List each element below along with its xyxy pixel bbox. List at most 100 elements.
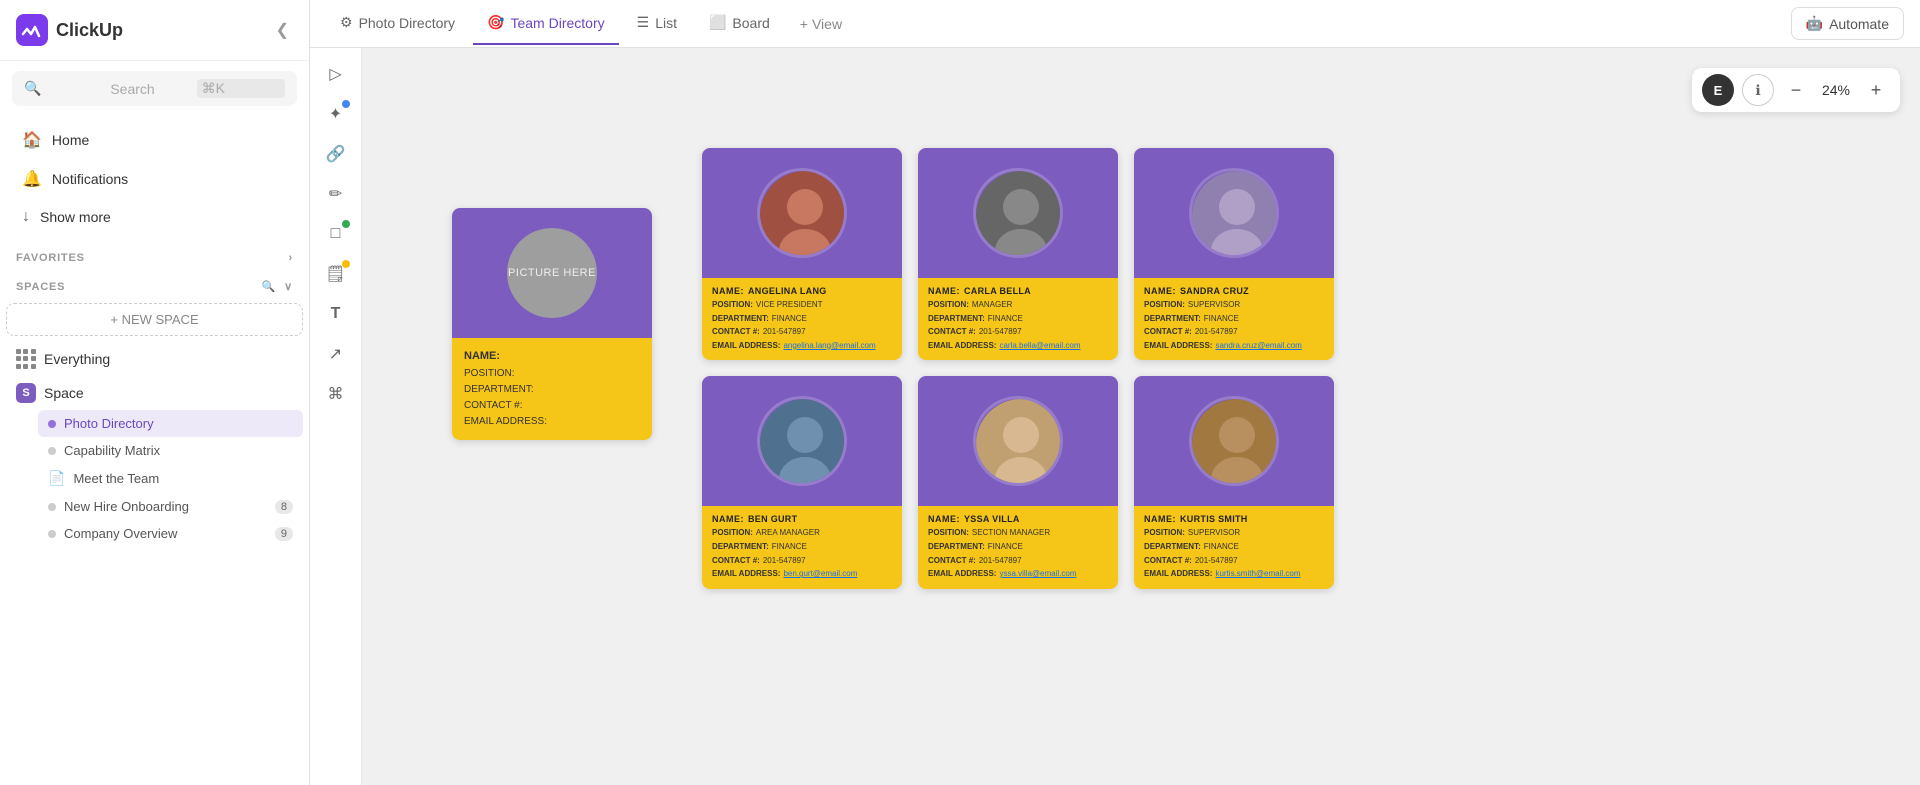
name-label: NAME: [928,514,960,524]
show-more-label: Show more [40,209,111,225]
logo[interactable]: ClickUp [16,14,123,46]
list-icon: ☰ [637,14,650,31]
zoom-out-button[interactable]: − [1782,76,1810,104]
zoom-in-button[interactable]: + [1862,76,1890,104]
person-name: ANGELINA LANG [748,286,827,296]
tab-photo-directory[interactable]: ⚙ Photo Directory [326,2,469,45]
search-spaces-icon[interactable]: 🔍 [262,280,277,293]
sidebar-item-space[interactable]: S Space [6,376,303,410]
person-email[interactable]: carla.bella@email.com [999,339,1080,353]
shape-tool[interactable]: □ [318,216,354,252]
network-icon: ⌘ [328,384,344,404]
space-icon: S [16,383,36,403]
add-view-button[interactable]: + View [788,8,854,40]
logo-text: ClickUp [56,20,123,41]
sidebar-item-company-overview[interactable]: Company Overview 9 [38,520,303,547]
person-photo [1189,396,1279,486]
spaces-section: + NEW SPACE Everything S Space Photo Dir… [0,297,309,547]
sidebar-item-everything[interactable]: Everything [6,342,303,376]
tab-board[interactable]: ⬜ Board [695,2,784,45]
sidebar-item-notifications[interactable]: 🔔 Notifications [6,160,303,198]
person-email[interactable]: kurtis.smith@email.com [1215,567,1300,581]
home-label: Home [52,132,89,148]
sidebar-item-show-more[interactable]: ↓ Show more [6,199,303,235]
search-bar[interactable]: 🔍 Search ⌘K [12,71,297,106]
arrow-tool[interactable]: ↗ [318,336,354,372]
email-label: EMAIL ADDRESS: [712,339,780,353]
position-label: POSITION: [928,526,969,540]
sidebar-item-photo-directory[interactable]: Photo Directory [38,410,303,437]
contact-label: CONTACT #: [1144,325,1192,339]
person-department: FINANCE [988,312,1023,326]
collapse-sidebar-button[interactable]: ❮ [272,16,293,44]
green-dot-indicator [342,220,350,228]
link-tool[interactable]: 🔗 [318,136,354,172]
person-card: NAME: BEN GURT POSITION:AREA MANAGER DEP… [702,376,902,588]
person-contact: 201-547897 [1195,325,1238,339]
person-photo [757,168,847,258]
sidebar-item-meet-the-team[interactable]: 📄 Meet the Team [38,464,303,493]
zoom-percent: 24% [1818,82,1854,98]
tab-team-directory[interactable]: 🎯 Team Directory [473,2,619,45]
person-photo-area [918,148,1118,278]
cursor-tool[interactable]: ▷ [318,56,354,92]
person-position: VICE PRESIDENT [756,298,823,312]
contact-label: CONTACT #: [712,325,760,339]
person-photo-area [1134,148,1334,278]
sidebar-item-home[interactable]: 🏠 Home [6,121,303,159]
person-email[interactable]: angelina.lang@email.com [783,339,875,353]
canvas-area: ▷ ✦ 🔗 ✏ □ 🗒 T ↗ [310,48,1920,785]
person-contact: 201-547897 [763,554,806,568]
sidebar-header: ClickUp ❮ [0,0,309,61]
person-photo [973,396,1063,486]
person-photo [973,168,1063,258]
sidebar-item-new-hire-onboarding[interactable]: New Hire Onboarding 8 [38,493,303,520]
name-label: NAME: [712,514,744,524]
person-email[interactable]: yssa.villa@email.com [999,567,1076,581]
person-contact: 201-547897 [763,325,806,339]
connect-tool[interactable]: ⌘ [318,376,354,412]
automate-button[interactable]: 🤖 Automate [1791,7,1904,40]
pen-icon: ✏ [329,184,342,204]
new-space-button[interactable]: + NEW SPACE [6,303,303,336]
person-photo-area [1134,376,1334,506]
person-contact: 201-547897 [979,325,1022,339]
grid-icon [16,349,36,369]
square-icon: □ [331,225,341,243]
robot-icon: 🤖 [1806,15,1823,32]
magic-tool[interactable]: ✦ [318,96,354,132]
bell-icon: 🔔 [22,169,42,189]
item-dot-icon [48,447,56,455]
cursor-icon: ▷ [329,64,341,84]
person-position: MANAGER [972,298,1012,312]
main-content: ⚙ Photo Directory 🎯 Team Directory ☰ Lis… [310,0,1920,785]
sidebar: ClickUp ❮ 🔍 Search ⌘K 🏠 Home 🔔 Notificat… [0,0,310,785]
add-view-label: View [812,16,842,32]
person-name: KURTIS SMITH [1180,514,1248,524]
nav-items: 🏠 Home 🔔 Notifications ↓ Show more [0,116,309,240]
person-photo [1189,168,1279,258]
item-dot-icon [48,530,56,538]
search-shortcut: ⌘K [197,79,285,98]
sidebar-item-capability-matrix[interactable]: Capability Matrix [38,437,303,464]
person-name: CARLA BELLA [964,286,1031,296]
person-email[interactable]: sandra.cruz@email.com [1215,339,1301,353]
user-avatar[interactable]: E [1702,74,1734,106]
text-tool[interactable]: T [318,296,354,332]
link-icon: 🔗 [326,144,346,164]
person-department: FINANCE [1204,540,1239,554]
info-button[interactable]: ℹ [1742,74,1774,106]
board-icon: ⬜ [709,14,726,31]
blue-dot-indicator [342,100,350,108]
person-name: YSSA VILLA [964,514,1020,524]
tab-list[interactable]: ☰ List [623,2,691,45]
sticky-tool[interactable]: 🗒 [318,256,354,292]
person-email[interactable]: ben.gurt@email.com [783,567,857,581]
expand-spaces-icon[interactable]: ∨ [284,280,293,293]
pen-tool[interactable]: ✏ [318,176,354,212]
position-label: POSITION: [712,526,753,540]
whiteboard[interactable]: E ℹ − 24% + PICTURE HERE NAME: POSITION:… [362,48,1920,785]
email-label: EMAIL ADDRESS: [928,339,996,353]
left-toolbar: ▷ ✦ 🔗 ✏ □ 🗒 T ↗ [310,48,362,785]
contact-label: CONTACT #: [712,554,760,568]
